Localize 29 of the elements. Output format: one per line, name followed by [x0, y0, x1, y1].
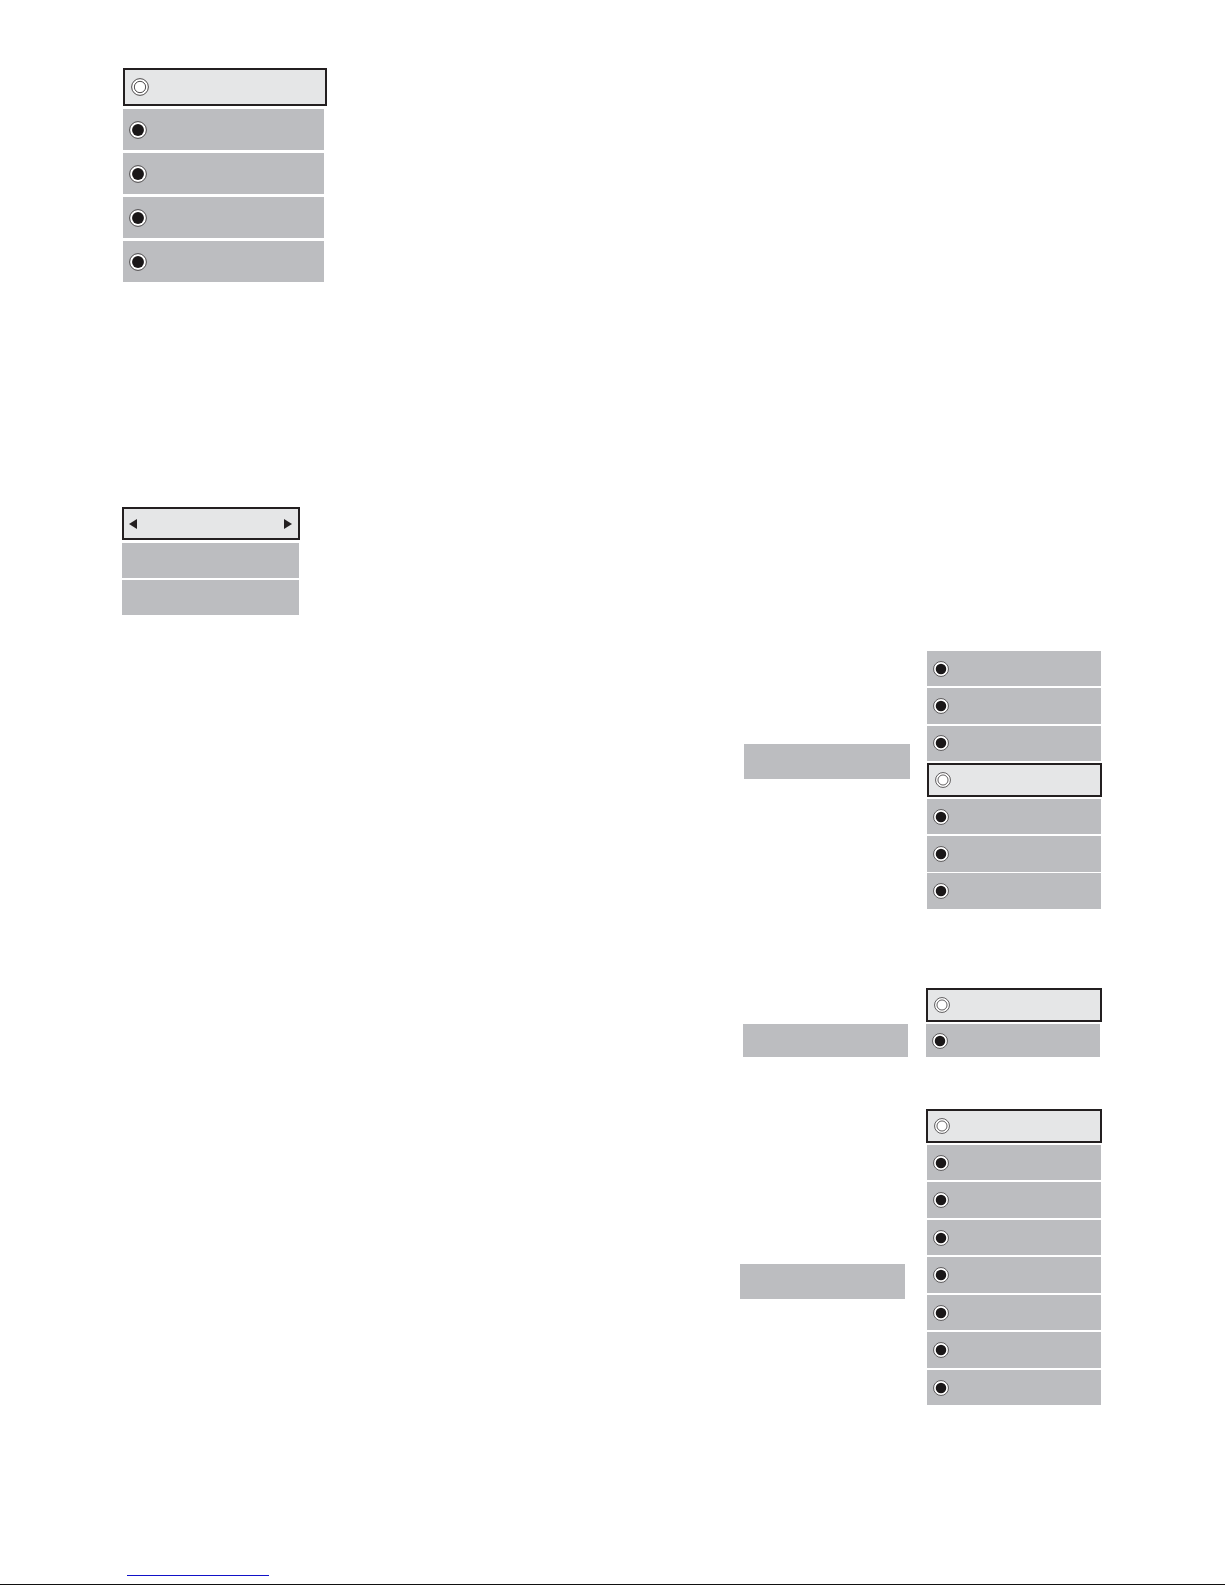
menu-item[interactable] [926, 762, 1103, 797]
radio-icon [932, 1154, 949, 1171]
radio-icon [128, 120, 147, 139]
radio-icon [932, 808, 949, 825]
radio-icon [932, 1032, 948, 1049]
menu-item[interactable] [926, 1109, 1102, 1143]
radio-icon [932, 1304, 949, 1321]
radio-icon [934, 1118, 950, 1135]
radio-icon [128, 252, 147, 271]
radio-icon [934, 771, 951, 788]
radio-icon [932, 1342, 949, 1359]
radio-icon [932, 1267, 949, 1284]
radio-icon [932, 883, 949, 900]
radio-icon [932, 735, 949, 752]
radio-icon [932, 660, 949, 677]
radio-icon [934, 997, 950, 1014]
menu-item[interactable] [122, 68, 327, 107]
radio-icon [932, 1379, 949, 1396]
radio-icon [932, 845, 949, 862]
right-arrow-icon [284, 518, 293, 529]
menu-item[interactable] [926, 988, 1103, 1022]
radio-icon [932, 1192, 949, 1209]
left-arrow-icon [129, 518, 138, 529]
radio-icon [932, 1229, 949, 1246]
radio-icon [130, 78, 149, 97]
radio-icon [932, 698, 949, 715]
menu-item[interactable] [122, 507, 301, 541]
radio-icon [128, 164, 147, 183]
radio-icon [128, 208, 147, 227]
